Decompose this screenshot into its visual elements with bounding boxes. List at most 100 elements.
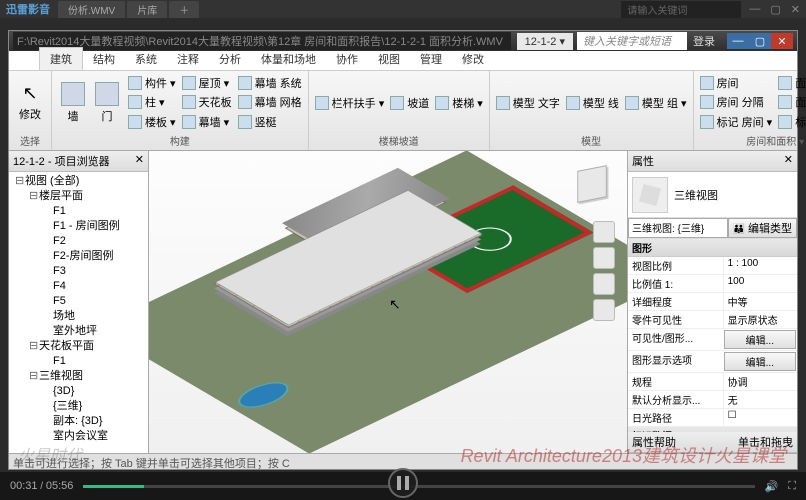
- ribbon-button[interactable]: 模型 文字: [494, 95, 562, 111]
- tree-node[interactable]: 室外地坪: [11, 324, 146, 339]
- prop-row[interactable]: 详细程度中等: [628, 293, 797, 311]
- ribbon-button[interactable]: 房间: [698, 75, 775, 91]
- ribbon-button[interactable]: 面积 边界: [776, 94, 806, 110]
- property-grid[interactable]: 图形视图比例1 : 100比例值 1:100详细程度中等零件可见性显示原状态可见…: [628, 239, 797, 432]
- tree-node[interactable]: F1: [11, 354, 146, 369]
- tree-node[interactable]: ⊟三维视图: [11, 369, 146, 384]
- close-icon[interactable]: ✕: [784, 153, 793, 169]
- type-selector[interactable]: 三维视图: {三维}: [628, 218, 728, 238]
- fullscreen-icon[interactable]: ⛶: [788, 480, 796, 493]
- tree-node[interactable]: 副本: {3D}: [11, 414, 146, 429]
- prop-row[interactable]: 日光路径☐: [628, 409, 797, 427]
- ribbon-button[interactable]: 标记 房间 ▾: [698, 114, 775, 130]
- prop-row[interactable]: 规程协调: [628, 373, 797, 391]
- app-maximize-icon[interactable]: ▢: [749, 33, 771, 49]
- tree-node[interactable]: 场地: [11, 309, 146, 324]
- tree-node[interactable]: F5: [11, 294, 146, 309]
- ribbon-button[interactable]: 柱 ▾: [126, 94, 178, 110]
- time-elapsed: 00:31 / 05:56: [10, 480, 73, 492]
- edit-type-button[interactable]: 👪 编辑类型: [728, 218, 797, 238]
- ribbon-tab[interactable]: 结构: [83, 48, 125, 70]
- ribbon-button[interactable]: 栏杆扶手 ▾: [313, 95, 387, 111]
- ribbon-button[interactable]: 墙: [56, 73, 90, 132]
- modify-tool[interactable]: ↖ 修改: [13, 73, 47, 132]
- zoom-icon[interactable]: [593, 273, 615, 295]
- prop-row[interactable]: 比例值 1:100: [628, 275, 797, 293]
- close-icon[interactable]: ✕: [791, 3, 800, 16]
- ribbon-button[interactable]: 面积 ▾: [776, 75, 806, 91]
- app-minimize-icon[interactable]: —: [727, 33, 749, 49]
- tree-node[interactable]: ⊟天花板平面: [11, 339, 146, 354]
- player-controls[interactable]: 00:31 / 05:56 🔊 ⛶: [0, 472, 806, 500]
- tree-node[interactable]: 室内会议室: [11, 429, 146, 444]
- ribbon-button[interactable]: 幕墙 ▾: [180, 114, 234, 130]
- steering-wheel-icon[interactable]: [593, 221, 615, 243]
- browser-tree[interactable]: ⊟视图 (全部)⊟楼层平面F1F1 - 房间图例F2F2-房间图例F3F4F5场…: [9, 172, 148, 453]
- tree-node[interactable]: F2-房间图例: [11, 249, 146, 264]
- app-close-icon[interactable]: ✕: [771, 33, 793, 49]
- tree-node[interactable]: F3: [11, 264, 146, 279]
- ribbon-button[interactable]: 楼梯 ▾: [433, 95, 485, 111]
- minimize-icon[interactable]: —: [749, 3, 760, 16]
- pan-icon[interactable]: [593, 247, 615, 269]
- ribbon-tab[interactable]: 系统: [125, 48, 167, 70]
- ribbon-button[interactable]: 标记 面积 ▾: [776, 114, 806, 130]
- ribbon-button[interactable]: 模型 组 ▾: [623, 95, 689, 111]
- tool-icon: [182, 115, 196, 129]
- properties-header: 属性✕: [628, 151, 797, 172]
- player-tab[interactable]: 份析.WMV: [58, 1, 125, 18]
- prop-row[interactable]: 图形显示选项编辑...: [628, 351, 797, 373]
- ribbon-button[interactable]: 屋顶 ▾: [180, 75, 234, 91]
- ribbon-button[interactable]: 楼板 ▾: [126, 114, 178, 130]
- active-document-tab[interactable]: 12-1-2 ▾: [517, 33, 573, 50]
- ribbon-tab[interactable]: 视图: [368, 48, 410, 70]
- 3d-viewport[interactable]: ↖: [149, 151, 627, 453]
- ribbon-button[interactable]: 天花板: [180, 94, 234, 110]
- viewcube[interactable]: [567, 159, 617, 209]
- player-search-input[interactable]: 请输入关键词: [621, 1, 741, 18]
- tree-node[interactable]: ⊟视图 (全部): [11, 174, 146, 189]
- play-pause-button[interactable]: [388, 468, 418, 498]
- ribbon-tab[interactable]: 管理: [410, 48, 452, 70]
- ribbon-button[interactable]: 房间 分隔: [698, 94, 775, 110]
- prop-group-header[interactable]: 图形: [628, 239, 797, 257]
- ribbon-button[interactable]: 构件 ▾: [126, 75, 178, 91]
- ribbon-tab[interactable]: 建筑: [39, 47, 83, 70]
- tool-icon: [238, 76, 252, 90]
- ribbon-button[interactable]: 门: [90, 73, 124, 132]
- tree-node[interactable]: ⊟楼层平面: [11, 189, 146, 204]
- ribbon-button[interactable]: 竖梃: [236, 114, 304, 130]
- prop-row[interactable]: 零件可见性显示原状态: [628, 311, 797, 329]
- seek-bar[interactable]: [83, 485, 754, 488]
- tree-node[interactable]: {三维}: [11, 399, 146, 414]
- ribbon-tab[interactable]: 修改: [452, 48, 494, 70]
- ribbon-tab[interactable]: 分析: [209, 48, 251, 70]
- status-bar: 单击可进行选择；按 Tab 键并单击可选择其他项目；按 C: [9, 453, 797, 469]
- close-icon[interactable]: ✕: [135, 153, 144, 169]
- ribbon-tab[interactable]: 注释: [167, 48, 209, 70]
- tree-node[interactable]: F1 - 房间图例: [11, 219, 146, 234]
- tree-node[interactable]: F4: [11, 279, 146, 294]
- player-add-tab[interactable]: ＋: [169, 1, 199, 18]
- ribbon-button[interactable]: 幕墙 网格: [236, 94, 304, 110]
- tree-node[interactable]: {3D}: [11, 384, 146, 399]
- ribbon-button[interactable]: 幕墙 系统: [236, 75, 304, 91]
- ribbon-button[interactable]: 坡道: [388, 95, 431, 111]
- maximize-icon[interactable]: ▢: [770, 3, 780, 16]
- ribbon-tab[interactable]: 协作: [326, 48, 368, 70]
- player-tab[interactable]: 片库: [127, 1, 167, 18]
- tree-node[interactable]: F1: [11, 204, 146, 219]
- prop-row[interactable]: 可见性/图形...编辑...: [628, 329, 797, 351]
- nav-bar[interactable]: [593, 221, 617, 321]
- ribbon-tab[interactable]: 体量和场地: [251, 48, 326, 70]
- login-button[interactable]: 登录: [693, 33, 715, 49]
- ribbon-button[interactable]: 模型 线: [564, 95, 621, 111]
- help-search-input[interactable]: 键入关键字或短语: [577, 32, 687, 50]
- prop-row[interactable]: 默认分析显示...无: [628, 391, 797, 409]
- prop-row[interactable]: 视图比例1 : 100: [628, 257, 797, 275]
- orbit-icon[interactable]: [593, 299, 615, 321]
- tree-node[interactable]: F2: [11, 234, 146, 249]
- player-titlebar: 迅雷影音 份析.WMV 片库 ＋ 请输入关键词 — ▢ ✕: [0, 0, 806, 18]
- volume-icon[interactable]: 🔊: [765, 480, 779, 493]
- 3dview-icon: [632, 177, 668, 213]
